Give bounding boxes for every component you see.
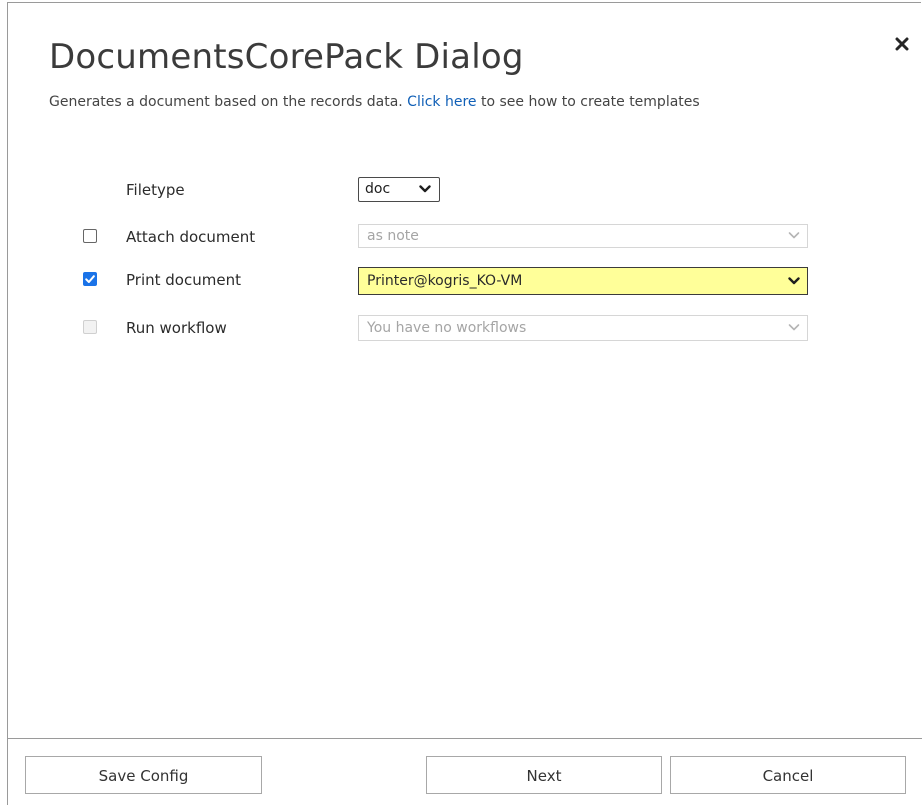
chevron-down-icon xyxy=(788,324,800,331)
dialog: DocumentsCorePack Dialog Generates a doc… xyxy=(7,2,922,808)
print-document-label: Print document xyxy=(126,271,241,289)
print-document-row: Print document Printer@kogris_KO-VM xyxy=(8,267,922,295)
checkmark-icon xyxy=(85,275,95,283)
dialog-title: DocumentsCorePack Dialog xyxy=(49,37,524,77)
chevron-down-icon xyxy=(788,277,800,285)
subtitle-text-suffix: to see how to create templates xyxy=(476,94,700,110)
run-workflow-row: Run workflow You have no workflows xyxy=(8,315,922,341)
attach-document-label: Attach document xyxy=(126,228,256,246)
workflow-select[interactable]: You have no workflows xyxy=(358,315,808,341)
cancel-button[interactable]: Cancel xyxy=(670,756,906,794)
next-button[interactable]: Next xyxy=(426,756,662,794)
attach-document-row: Attach document as note xyxy=(8,224,922,250)
printer-select[interactable]: Printer@kogris_KO-VM xyxy=(358,267,808,295)
workflow-select-value: You have no workflows xyxy=(367,320,527,336)
attach-document-checkbox[interactable] xyxy=(83,229,97,243)
printer-select-value: Printer@kogris_KO-VM xyxy=(367,273,523,289)
filetype-label: Filetype xyxy=(126,181,185,199)
attach-document-select-value: as note xyxy=(367,228,419,244)
close-icon[interactable] xyxy=(895,37,909,51)
dialog-footer: Save Config Next Cancel xyxy=(8,738,922,808)
run-workflow-label: Run workflow xyxy=(126,319,227,337)
chevron-down-icon xyxy=(788,232,800,239)
attach-document-select[interactable]: as note xyxy=(358,224,808,248)
chevron-down-icon xyxy=(419,185,431,193)
save-config-button[interactable]: Save Config xyxy=(25,756,262,794)
subtitle-text-prefix: Generates a document based on the record… xyxy=(49,94,408,110)
filetype-select[interactable]: doc xyxy=(358,177,440,202)
filetype-row: Filetype doc xyxy=(8,177,922,203)
filetype-select-value: doc xyxy=(365,181,391,197)
print-document-checkbox[interactable] xyxy=(83,272,97,286)
templates-help-link[interactable]: Click here xyxy=(407,94,476,110)
run-workflow-checkbox[interactable] xyxy=(83,320,97,334)
dialog-subtitle: Generates a document based on the record… xyxy=(49,94,700,110)
